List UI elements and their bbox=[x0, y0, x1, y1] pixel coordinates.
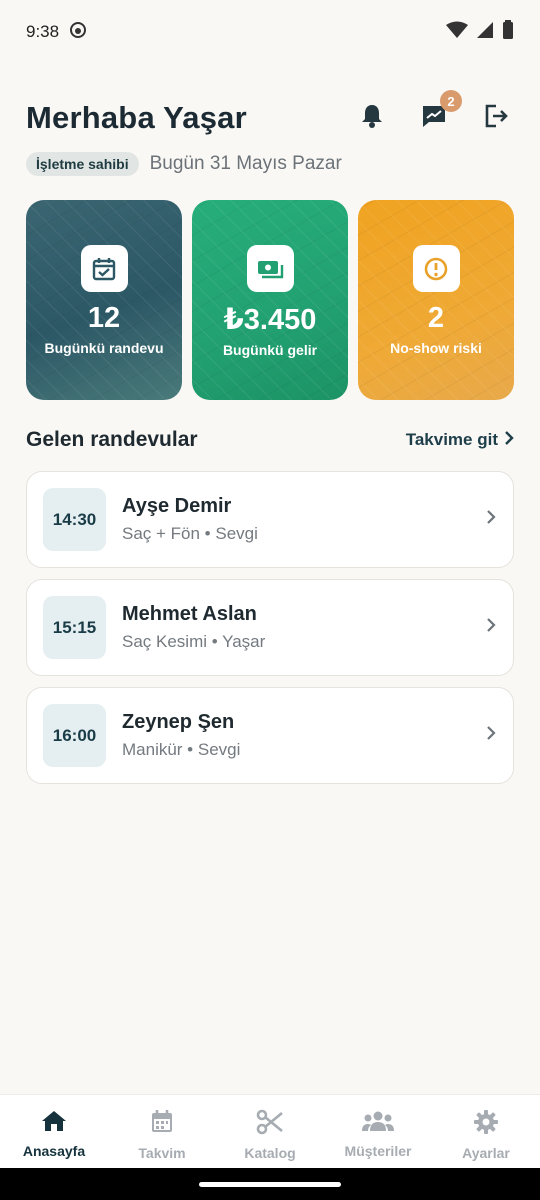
messages-badge: 2 bbox=[440, 90, 462, 112]
system-gesture-bar bbox=[0, 1168, 540, 1200]
stat-value: 2 bbox=[427, 302, 445, 334]
nav-item-customers[interactable]: Müşteriler bbox=[324, 1095, 432, 1168]
role-chip: İşletme sahibi bbox=[26, 152, 139, 176]
stat-card-appointments[interactable]: 12 Bugünkü randevu bbox=[26, 200, 182, 400]
go-to-calendar-link[interactable]: Takvime git bbox=[406, 430, 514, 451]
calendar-icon bbox=[149, 1109, 175, 1140]
bell-icon bbox=[360, 103, 384, 134]
stat-value: 12 bbox=[87, 302, 121, 334]
nav-item-calendar[interactable]: Takvim bbox=[108, 1095, 216, 1168]
date-text: Bugün 31 Mayıs Pazar bbox=[149, 153, 342, 174]
stat-card-revenue[interactable]: ₺3.450 Bugünkü gelir bbox=[192, 200, 348, 400]
bottom-nav: Anasayfa Takvim Katalog Müşteriler Ayarl… bbox=[0, 1094, 540, 1168]
chevron-right-icon bbox=[485, 616, 497, 639]
cash-icon bbox=[246, 245, 294, 292]
appointment-name: Mehmet Aslan bbox=[122, 603, 257, 625]
stats-row: 12 Bugünkü randevu ₺3.450 Bugünkü gelir … bbox=[26, 200, 514, 400]
appointment-item[interactable]: 14:30 Ayşe Demir Saç + Fön • Sevgi bbox=[26, 471, 514, 568]
gear-icon bbox=[473, 1109, 499, 1140]
stat-value: ₺3.450 bbox=[223, 304, 317, 336]
status-bar: 9:38 bbox=[0, 0, 540, 64]
logout-icon bbox=[483, 103, 509, 134]
nav-label: Müşteriler bbox=[344, 1143, 412, 1159]
nav-label: Ayarlar bbox=[462, 1145, 510, 1161]
appointment-list: 14:30 Ayşe Demir Saç + Fön • Sevgi 15:15… bbox=[26, 471, 514, 795]
chevron-right-icon bbox=[485, 724, 497, 747]
battery-icon bbox=[502, 19, 514, 45]
nav-item-catalog[interactable]: Katalog bbox=[216, 1095, 324, 1168]
nav-item-settings[interactable]: Ayarlar bbox=[432, 1095, 540, 1168]
calendar-check-icon bbox=[80, 245, 128, 292]
stat-card-noshow[interactable]: 2 No-show riski bbox=[358, 200, 514, 400]
notifications-button[interactable] bbox=[354, 100, 390, 136]
chevron-right-icon bbox=[504, 430, 514, 451]
alert-circle-icon bbox=[412, 245, 460, 292]
appointment-time: 14:30 bbox=[43, 488, 106, 551]
appointment-name: Zeynep Şen bbox=[122, 711, 235, 733]
upcoming-header: Gelen randevular Takvime git bbox=[26, 428, 514, 452]
appointment-name: Ayşe Demir bbox=[122, 495, 232, 517]
nav-item-home[interactable]: Anasayfa bbox=[0, 1095, 108, 1168]
stat-label: No-show riski bbox=[390, 340, 482, 356]
appointment-detail: Saç + Fön • Sevgi bbox=[122, 524, 258, 543]
signal-icon bbox=[476, 21, 494, 44]
section-title: Gelen randevular bbox=[26, 428, 198, 451]
nav-label: Katalog bbox=[244, 1145, 296, 1161]
link-label: Takvime git bbox=[405, 430, 498, 449]
nav-label: Takvim bbox=[138, 1145, 186, 1161]
home-indicator[interactable] bbox=[199, 1182, 341, 1187]
scissors-icon bbox=[256, 1109, 284, 1140]
stat-label: Bugünkü randevu bbox=[44, 340, 164, 356]
status-time: 9:38 bbox=[26, 22, 60, 41]
chevron-right-icon bbox=[485, 508, 497, 531]
appointment-item[interactable]: 15:15 Mehmet Aslan Saç Kesimi • Yaşar bbox=[26, 579, 514, 676]
people-icon bbox=[361, 1109, 395, 1138]
subheader: İşletme sahibi Bugün 31 Mayıs Pazar bbox=[26, 152, 342, 176]
nav-label: Anasayfa bbox=[22, 1143, 86, 1159]
appointment-item[interactable]: 16:00 Zeynep Şen Manikür • Sevgi bbox=[26, 687, 514, 784]
appointment-time: 16:00 bbox=[43, 704, 106, 767]
appointment-time: 15:15 bbox=[43, 596, 106, 659]
stat-label: Bugünkü gelir bbox=[222, 342, 318, 358]
appointment-detail: Manikür • Sevgi bbox=[122, 740, 241, 759]
wifi-icon bbox=[446, 21, 468, 44]
messages-button[interactable]: 2 bbox=[416, 90, 462, 136]
header: Merhaba Yaşar 2 bbox=[26, 90, 514, 138]
greeting-title: Merhaba Yaşar bbox=[26, 100, 247, 135]
home-icon bbox=[40, 1109, 68, 1138]
logout-button[interactable] bbox=[478, 100, 514, 136]
status-app-icon bbox=[69, 21, 87, 44]
appointment-detail: Saç Kesimi • Yaşar bbox=[122, 632, 266, 651]
